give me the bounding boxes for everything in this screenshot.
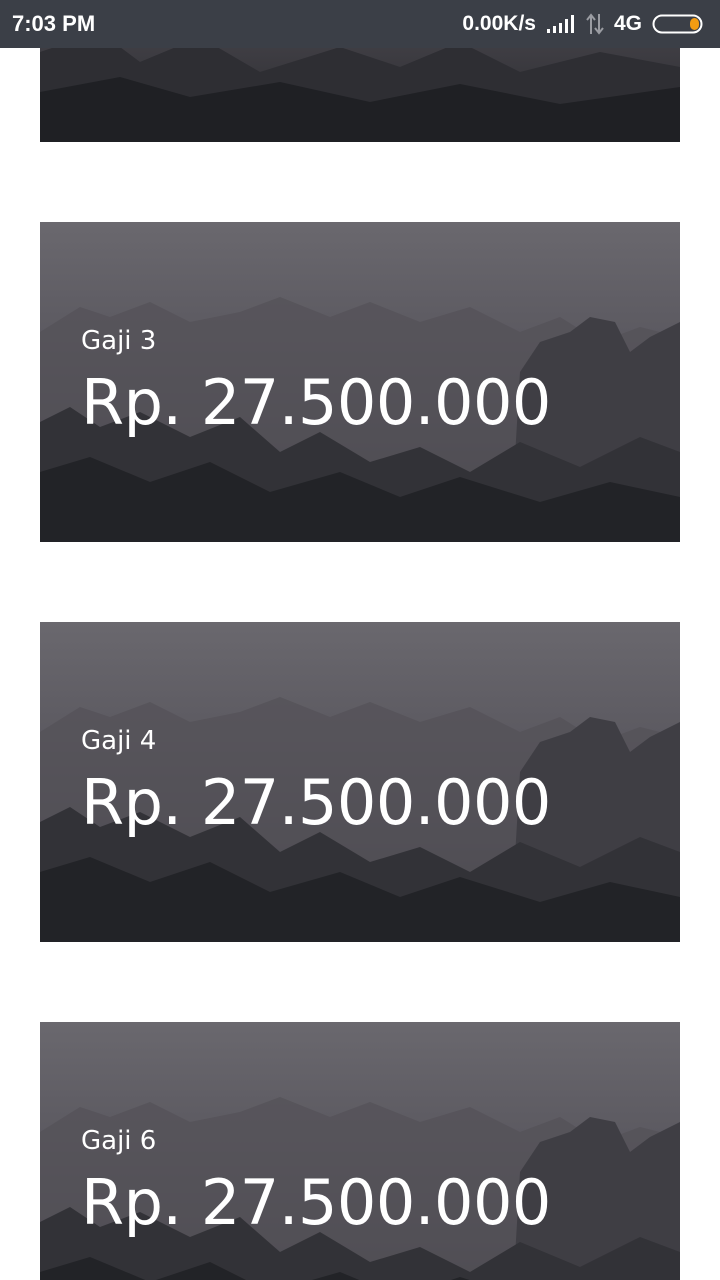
salary-amount: Rp. 27.500.000	[81, 766, 551, 839]
salary-label: Gaji 6	[81, 1126, 157, 1156]
salary-label: Gaji 4	[81, 726, 157, 756]
salary-card-content: Gaji 6 Rp. 27.500.000	[81, 1126, 551, 1238]
data-arrows-icon	[586, 12, 604, 36]
network-type: 4G	[613, 12, 642, 35]
signal-bars-icon	[546, 14, 576, 34]
network-speed: 0.00K/s	[462, 12, 536, 35]
salary-card[interactable]: Gaji 6 Rp. 27.500.000	[40, 1022, 680, 1280]
salary-amount: Rp. 27.500.000	[81, 1166, 551, 1239]
salary-card-list[interactable]: Gaji 3 Rp. 27.500.000 Gaji 4 Rp. 27.500.…	[0, 0, 720, 1280]
salary-card-content: Gaji 4 Rp. 27.500.000	[81, 726, 551, 838]
status-bar: 7:03 PM 0.00K/s 4G	[0, 0, 720, 48]
status-indicators: 0.00K/s 4G	[462, 12, 706, 36]
battery-icon	[652, 12, 706, 36]
salary-amount: Rp. 27.500.000	[81, 366, 551, 439]
status-time: 7:03 PM	[12, 11, 96, 36]
salary-card-content: Gaji 3 Rp. 27.500.000	[81, 326, 551, 438]
salary-label: Gaji 3	[81, 326, 157, 356]
salary-card[interactable]: Gaji 4 Rp. 27.500.000	[40, 622, 680, 942]
salary-card[interactable]: Gaji 3 Rp. 27.500.000	[40, 222, 680, 542]
